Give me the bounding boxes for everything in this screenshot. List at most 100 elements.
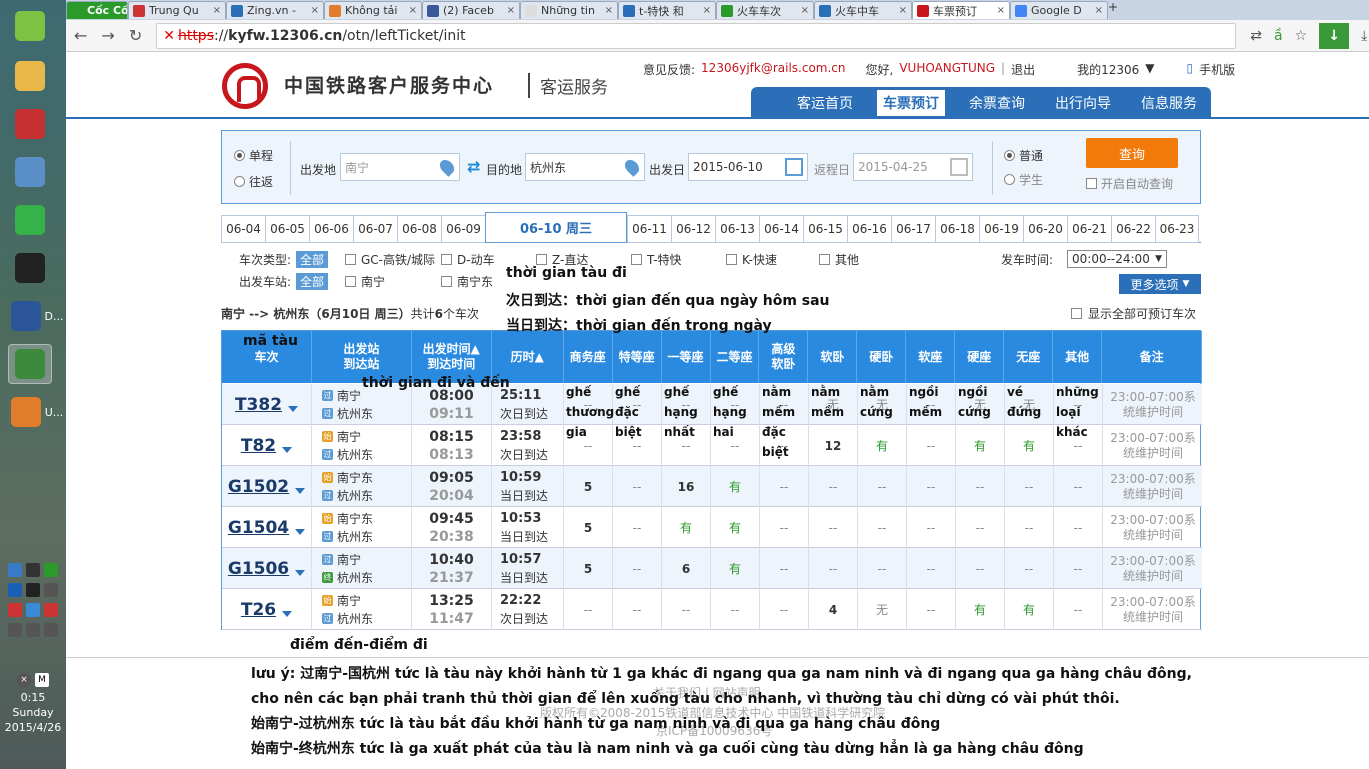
normal-radio[interactable]: 普通 bbox=[1004, 147, 1043, 164]
nav-guide[interactable]: 出行向导 bbox=[1049, 90, 1117, 116]
snowflake-icon[interactable] bbox=[26, 603, 40, 617]
taskbar-app[interactable] bbox=[8, 200, 52, 240]
taskbar-app[interactable] bbox=[8, 248, 52, 288]
taskbar-app[interactable]: D... bbox=[8, 296, 66, 336]
show-all-checkbox[interactable]: 显示全部可预订车次 bbox=[1071, 305, 1196, 322]
vietnamese-icon[interactable]: ầ bbox=[1274, 28, 1283, 44]
round-radio[interactable]: 往返 bbox=[234, 173, 273, 190]
taskbar-app[interactable] bbox=[8, 344, 52, 384]
seat-cell[interactable]: 有 bbox=[711, 507, 760, 548]
flag-icon[interactable] bbox=[44, 583, 58, 597]
taskbar-app[interactable] bbox=[8, 152, 52, 192]
reload-icon[interactable]: ↻ bbox=[129, 26, 142, 45]
antivirus-icon[interactable] bbox=[44, 603, 58, 617]
browser-tab[interactable]: 火车中车 × bbox=[814, 1, 912, 19]
calendar-icon[interactable] bbox=[950, 158, 968, 176]
train-number[interactable]: G1502 bbox=[228, 477, 289, 497]
network-icon[interactable] bbox=[8, 623, 22, 637]
from-input[interactable]: 南宁 bbox=[340, 153, 460, 181]
type-other-checkbox[interactable]: 其他 bbox=[819, 251, 859, 268]
browser-tab[interactable]: Zing.vn - × bbox=[226, 1, 324, 19]
train-number[interactable]: T382 bbox=[235, 395, 282, 415]
taskbar-app[interactable] bbox=[8, 6, 52, 46]
forward-icon[interactable]: → bbox=[101, 26, 114, 45]
browser-tab[interactable]: Cốc Cốc bbox=[66, 1, 128, 19]
bookmark-star-icon[interactable]: ☆ bbox=[1295, 28, 1308, 44]
student-radio[interactable]: 学生 bbox=[1004, 171, 1043, 188]
seat-cell[interactable]: 5 bbox=[564, 466, 613, 507]
tab-close-icon[interactable]: × bbox=[605, 5, 613, 16]
seat-cell[interactable]: 有 bbox=[956, 589, 1005, 630]
translate-icon[interactable]: ⇄ bbox=[1250, 28, 1262, 44]
date-tab[interactable]: 06-06 bbox=[309, 215, 353, 243]
seat-cell[interactable]: 有 bbox=[956, 425, 1005, 466]
train-number-cell[interactable]: G1504 bbox=[222, 507, 312, 548]
seat-cell[interactable]: 12 bbox=[809, 425, 858, 466]
seat-cell[interactable]: 有 bbox=[711, 466, 760, 507]
type-d-checkbox[interactable]: D-动车 bbox=[441, 251, 495, 268]
chevron-down-icon[interactable] bbox=[282, 610, 293, 617]
chevron-down-icon[interactable] bbox=[295, 569, 306, 576]
seat-cell[interactable]: 有 bbox=[662, 507, 711, 548]
date-tab[interactable]: 06-04 bbox=[221, 215, 265, 243]
train-number-cell[interactable]: G1506 bbox=[222, 548, 312, 589]
type-k-checkbox[interactable]: K-快速 bbox=[726, 251, 777, 268]
train-number-cell[interactable]: T382 bbox=[222, 384, 312, 425]
download-icon[interactable]: ⤓ bbox=[1361, 28, 1367, 44]
swap-icon[interactable]: ⇄ bbox=[467, 157, 485, 176]
feedback-email[interactable]: 12306yjfk@rails.com.cn bbox=[701, 61, 845, 78]
station-all-button[interactable]: 全部 bbox=[296, 273, 329, 290]
browser-tab[interactable]: (2) Faceb × bbox=[422, 1, 520, 19]
chevron-down-icon[interactable]: ▼ bbox=[1145, 61, 1154, 78]
seat-cell[interactable]: 5 bbox=[564, 548, 613, 589]
logout-link[interactable]: 退出 bbox=[1011, 61, 1035, 78]
browser-tab[interactable]: 车票预订 × bbox=[912, 1, 1010, 19]
date-input[interactable]: 2015-06-10 bbox=[688, 153, 808, 181]
date-tab[interactable]: 06-20 bbox=[1023, 215, 1067, 243]
auto-query-checkbox[interactable]: 开启自动查询 bbox=[1086, 175, 1173, 192]
calendar-icon[interactable] bbox=[785, 158, 803, 176]
date-tab[interactable]: 06-21 bbox=[1067, 215, 1111, 243]
url-bar[interactable]: ✕ https:// kyfw.12306.cn /otn/leftTicket… bbox=[156, 22, 1237, 49]
tab-close-icon[interactable]: × bbox=[507, 5, 515, 16]
tab-close-icon[interactable]: × bbox=[1095, 5, 1103, 16]
browser-tab[interactable]: Google D × bbox=[1010, 1, 1108, 19]
close-icon[interactable]: × bbox=[17, 673, 31, 687]
tab-close-icon[interactable]: × bbox=[213, 5, 221, 16]
train-number-cell[interactable]: T26 bbox=[222, 589, 312, 630]
station-nanningdong-checkbox[interactable]: 南宁东 bbox=[441, 273, 493, 290]
date-tab[interactable]: 06-07 bbox=[353, 215, 397, 243]
depart-time-select[interactable]: 00:00--24:00 ▼ bbox=[1067, 250, 1167, 268]
new-tab-button[interactable]: + bbox=[1108, 0, 1118, 20]
date-tab[interactable]: 06-23 bbox=[1155, 215, 1199, 243]
date-tab[interactable]: 06-15 bbox=[803, 215, 847, 243]
tab-close-icon[interactable]: × bbox=[801, 5, 809, 16]
type-gc-checkbox[interactable]: GC-高铁/城际 bbox=[345, 251, 435, 268]
chevron-down-icon[interactable] bbox=[295, 528, 306, 535]
train-number[interactable]: T82 bbox=[241, 436, 276, 456]
nav-booking[interactable]: 车票预订 bbox=[877, 90, 945, 116]
date-tab[interactable]: 06-13 bbox=[715, 215, 759, 243]
mobile-link[interactable]: 手机版 bbox=[1199, 61, 1235, 78]
seat-cell[interactable]: 有 bbox=[711, 548, 760, 589]
browser-tab[interactable]: t-特快 和 × bbox=[618, 1, 716, 19]
seat-cell[interactable]: 有 bbox=[1005, 425, 1054, 466]
tray-icon[interactable] bbox=[26, 583, 40, 597]
taskbar-app[interactable]: U... bbox=[8, 392, 66, 432]
volume-icon[interactable] bbox=[44, 623, 58, 637]
browser-tab[interactable]: Không tải × bbox=[324, 1, 422, 19]
train-number[interactable]: T26 bbox=[241, 600, 276, 620]
username-link[interactable]: VUHOANGTUNG bbox=[899, 61, 995, 78]
more-options-button[interactable]: 更多选项 ▼ bbox=[1119, 274, 1201, 294]
train-number[interactable]: G1506 bbox=[228, 559, 289, 579]
browser-tab[interactable]: 火车车次 × bbox=[716, 1, 814, 19]
date-tab[interactable]: 06-14 bbox=[759, 215, 803, 243]
tab-close-icon[interactable]: × bbox=[311, 5, 319, 16]
to-input[interactable]: 杭州东 bbox=[525, 153, 645, 181]
browser-tab[interactable]: Trung Qu × bbox=[128, 1, 226, 19]
date-tab[interactable]: 06-18 bbox=[935, 215, 979, 243]
tab-close-icon[interactable]: × bbox=[899, 5, 907, 16]
download-button[interactable]: ↓ bbox=[1319, 22, 1350, 49]
tab-close-icon[interactable]: × bbox=[703, 5, 711, 16]
tray-icon[interactable] bbox=[8, 603, 22, 617]
